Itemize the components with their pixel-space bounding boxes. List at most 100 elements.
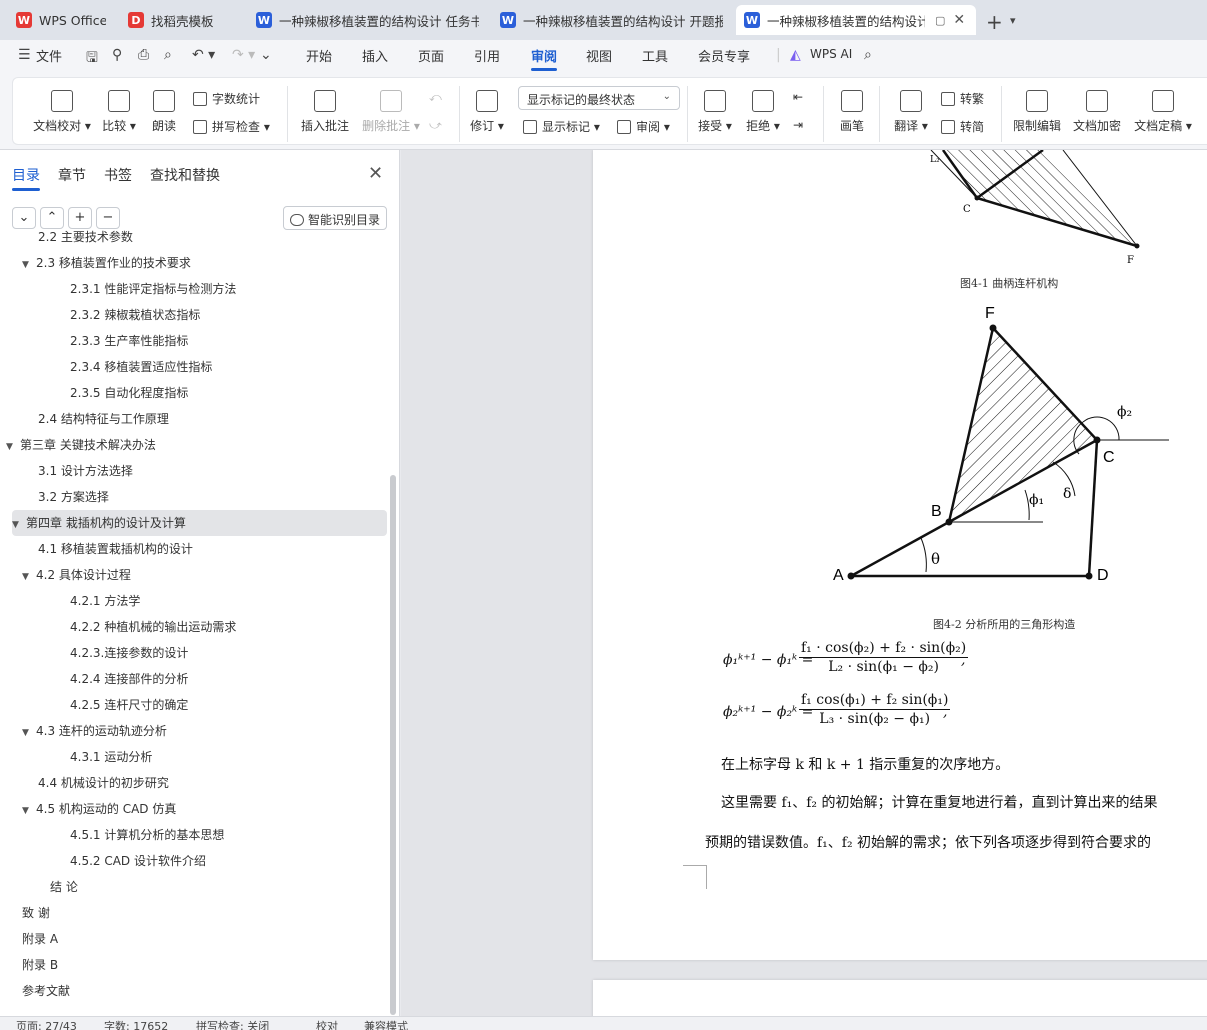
collapse-all-button[interactable]: ⌄ [12, 207, 36, 229]
menu-file[interactable]: 文件 [36, 46, 62, 65]
toc-item[interactable]: 2.3.2 辣椒栽植状态指标 [70, 302, 200, 328]
accept-button[interactable]: 接受 ▾ [697, 90, 733, 134]
print-icon[interactable]: ⎙ [138, 47, 149, 63]
compare-button[interactable]: 比较 ▾ [99, 90, 139, 134]
paragraph[interactable]: 在上标字母 k 和 k + 1 指示重复的次序地方。 [721, 754, 1009, 774]
window-icon[interactable]: ▢ [935, 14, 945, 27]
expand-arrow-icon[interactable]: ▼ [22, 798, 36, 824]
markup-view-dropdown[interactable]: 显示标记的最终状态 ⌄ [518, 86, 680, 110]
toc-item[interactable]: 2.4 结构特征与工作原理 [38, 406, 169, 432]
nav-tab-toc[interactable]: 目录 [12, 165, 40, 185]
toc-item[interactable]: 2.3.4 移植装置适应性指标 [70, 354, 212, 380]
redo-icon[interactable]: ↷ ▾ [232, 47, 255, 63]
print-preview-icon[interactable]: ⌕ [164, 47, 172, 63]
toc-item[interactable]: 附录 B [22, 952, 58, 978]
menu-view[interactable]: 视图 [586, 46, 612, 65]
menu-tools[interactable]: 工具 [642, 46, 668, 65]
menu-wps-ai[interactable]: WPS AI [810, 47, 852, 61]
toc-item[interactable]: 4.2.4 连接部件的分析 [70, 666, 188, 692]
toc-item[interactable]: ▼ 第四章 栽插机构的设计及计算 [12, 510, 387, 536]
paragraph[interactable]: 这里需要 f₁、f₂ 的初始解；计算在重复地进行着，直到计算出来的结果 [721, 792, 1158, 812]
prev-comment-icon[interactable]: ⤺ [429, 90, 442, 105]
nav-tab-find-replace[interactable]: 查找和替换 [150, 165, 220, 185]
reject-button[interactable]: 拒绝 ▾ [745, 90, 781, 134]
toc-item[interactable]: 4.1 移植装置栽插机构的设计 [38, 536, 193, 562]
document-area[interactable]: L₂ C F 图4-1 曲柄连杆机构 F C B A D ϕ₂ ϕ₁ δ θ 图… [401, 150, 1207, 1016]
delete-comment-button[interactable]: 删除批注 ▾ [361, 90, 421, 134]
insert-comment-button[interactable]: 插入批注 [299, 90, 351, 134]
tab-proposal[interactable]: W 一种辣椒移植装置的结构设计 开题报 [492, 5, 732, 35]
toc-item[interactable]: 4.4 机械设计的初步研究 [38, 770, 169, 796]
paragraph[interactable]: 预期的错误数值。f₁、f₂ 初始解的需求；依下列各项逐步得到符合要求的 [705, 832, 1151, 852]
nav-tab-sections[interactable]: 章节 [58, 165, 86, 185]
proofread-status[interactable]: 校对 [316, 1018, 338, 1030]
expand-arrow-icon[interactable]: ▼ [6, 434, 20, 460]
hamburger-icon[interactable]: ☰ [18, 47, 31, 63]
tab-current-doc[interactable]: W 一种辣椒移植装置的结构设计 ▢ ✕ [736, 5, 976, 35]
toc-item[interactable]: 2.3.5 自动化程度指标 [70, 380, 188, 406]
toc-item[interactable]: ▼ 4.5 机构运动的 CAD 仿真 [22, 796, 176, 822]
expand-arrow-icon[interactable]: ▼ [22, 564, 36, 590]
menu-page[interactable]: 页面 [418, 46, 444, 65]
spell-check-button[interactable]: 拼写检查 ▾ [193, 118, 270, 135]
close-icon[interactable]: ✕ [368, 163, 383, 184]
menu-member[interactable]: 会员专享 [698, 46, 750, 65]
toc-item[interactable]: 4.2.2 种植机械的输出运动需求 [70, 614, 236, 640]
toc-item[interactable]: ▼ 第三章 关键技术解决办法 [6, 432, 156, 458]
menu-start[interactable]: 开始 [306, 46, 332, 65]
doc-encrypt-button[interactable]: 文档加密 [1071, 90, 1123, 134]
menu-reference[interactable]: 引用 [474, 46, 500, 65]
toc-item[interactable]: 附录 A [22, 926, 58, 952]
toc-item[interactable]: 4.5.2 CAD 设计软件介绍 [70, 848, 206, 874]
nav-tab-bookmarks[interactable]: 书签 [104, 165, 132, 185]
to-simplified-button[interactable]: 转简 [941, 118, 984, 135]
tab-task-book[interactable]: W 一种辣椒移植装置的结构设计 任务书 [248, 5, 488, 35]
toc-item[interactable]: 4.2.5 连杆尺寸的确定 [70, 692, 188, 718]
toc-item[interactable]: 2.3.1 性能评定指标与检测方法 [70, 276, 236, 302]
next-change-icon[interactable]: ⇥ [793, 118, 803, 132]
toc-item[interactable]: 4.3.1 运动分析 [70, 744, 152, 770]
show-markup-button[interactable]: 显示标记 ▾ [523, 118, 600, 135]
prev-change-icon[interactable]: ⇤ [793, 90, 803, 104]
scrollbar[interactable] [390, 475, 396, 1015]
toc-item[interactable]: ▼ 2.3 移植装置作业的技术要求 [22, 250, 191, 276]
read-aloud-button[interactable]: 朗读 [149, 90, 179, 134]
toc-item[interactable]: ▼ 4.2 具体设计过程 [22, 562, 131, 588]
share-icon[interactable]: ⚲ [112, 47, 122, 63]
spell-check-status[interactable]: 拼写检查: 关闭 [196, 1018, 269, 1030]
new-tab-icon[interactable]: + [986, 10, 1003, 34]
pen-button[interactable]: 画笔 [835, 90, 869, 134]
restrict-edit-button[interactable]: 限制编辑 [1011, 90, 1063, 134]
toc-item[interactable]: ▼ 4.3 连杆的运动轨迹分析 [22, 718, 167, 744]
toc-item[interactable]: 3.2 方案选择 [38, 484, 109, 510]
expand-arrow-icon[interactable]: ▼ [22, 252, 36, 278]
toc-item[interactable]: 结 论 [50, 874, 78, 900]
expand-arrow-icon[interactable]: ▼ [22, 720, 36, 746]
document-page[interactable]: L₂ C F 图4-1 曲柄连杆机构 F C B A D ϕ₂ ϕ₁ δ θ 图… [593, 150, 1207, 960]
word-count-button[interactable]: 字数统计 [193, 90, 260, 107]
review-pane-button[interactable]: 审阅 ▾ [617, 118, 670, 135]
next-comment-icon[interactable]: ⤻ [429, 118, 442, 133]
doc-proof-button[interactable]: 文档校对 ▾ [29, 90, 95, 134]
toc-item[interactable]: 4.2.3.连接参数的设计 [70, 640, 188, 666]
toc-item[interactable]: 参考文献 [22, 978, 70, 1004]
smart-toc-button[interactable]: 智能识别目录 [283, 206, 387, 230]
expand-arrow-icon[interactable]: ▼ [12, 512, 26, 538]
toc-item[interactable]: 3.1 设计方法选择 [38, 458, 133, 484]
translate-button[interactable]: 翻译 ▾ [891, 90, 931, 134]
tab-wps-office[interactable]: W WPS Office [8, 5, 114, 35]
to-traditional-button[interactable]: 转繁 [941, 90, 984, 107]
document-page[interactable] [593, 980, 1207, 1016]
more-icon[interactable]: ⌄ [260, 47, 272, 63]
close-tab-icon[interactable]: ✕ [953, 12, 965, 28]
tab-docer[interactable]: D 找稻壳模板 [120, 5, 244, 35]
toc-item[interactable]: 4.2.1 方法学 [70, 588, 140, 614]
toc-item[interactable]: 致 谢 [22, 900, 50, 926]
toc-item[interactable]: 4.5.1 计算机分析的基本思想 [70, 822, 224, 848]
save-icon[interactable]: 🖫 [86, 47, 98, 71]
doc-finalize-button[interactable]: 文档定稿 ▾ [1131, 90, 1195, 134]
menu-review[interactable]: 审阅 [531, 46, 557, 65]
undo-icon[interactable]: ↶ ▾ [192, 47, 215, 63]
page-indicator[interactable]: 页面: 27/43 [16, 1018, 77, 1030]
menu-insert[interactable]: 插入 [362, 46, 388, 65]
